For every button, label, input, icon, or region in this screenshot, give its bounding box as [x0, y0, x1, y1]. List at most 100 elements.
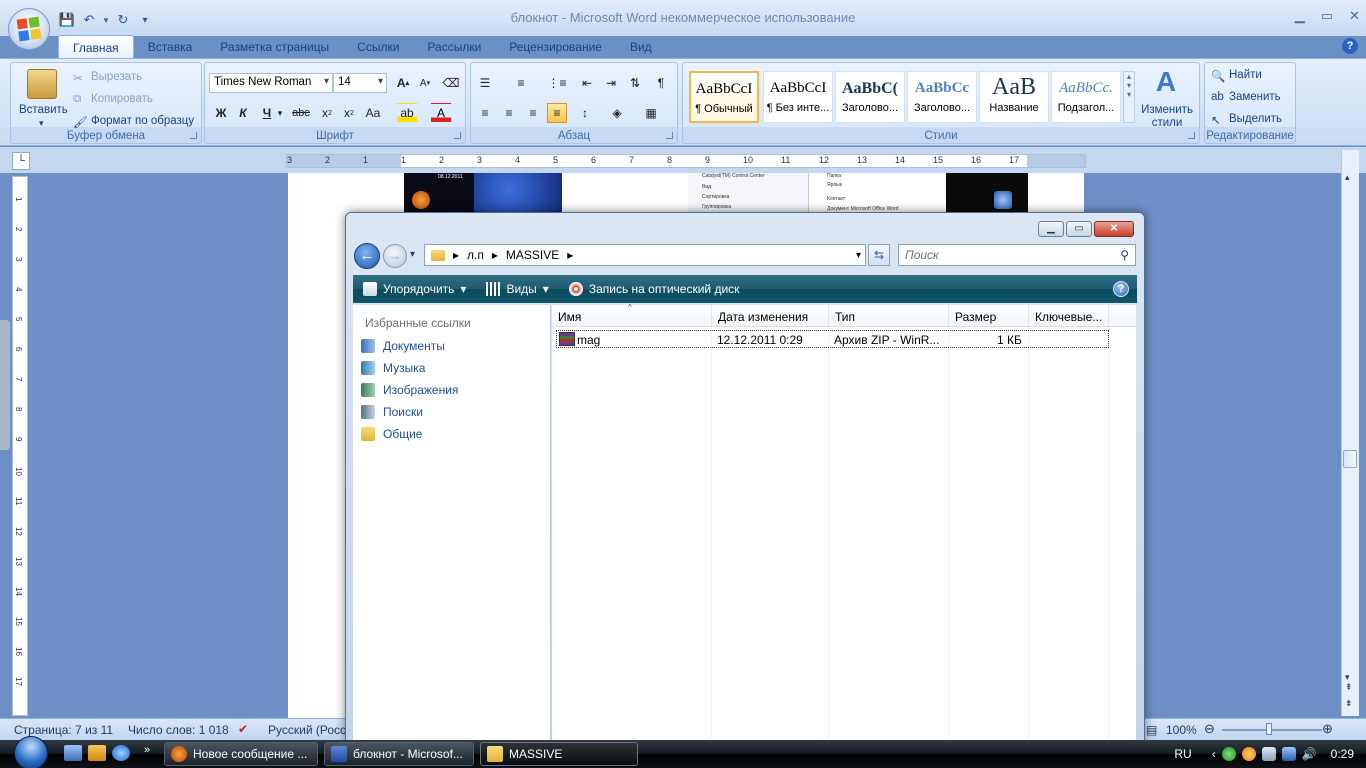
- paragraph-dialog-launcher[interactable]: [666, 132, 673, 139]
- styles-scroll[interactable]: ▴ ▾ ▾: [1123, 71, 1135, 123]
- tab-view[interactable]: Вид: [616, 35, 666, 59]
- clock[interactable]: 0:29: [1331, 747, 1354, 761]
- align-center-icon[interactable]: ≡: [499, 103, 519, 123]
- forward-button[interactable]: →: [383, 244, 407, 268]
- style-subtitle[interactable]: AaBbCc. Подзагол...: [1051, 71, 1121, 123]
- align-right-icon[interactable]: ≡: [523, 103, 543, 123]
- borders-icon[interactable]: ▦: [641, 103, 661, 123]
- redo-icon[interactable]: ↻: [114, 11, 132, 29]
- tab-mailings[interactable]: Рассылки: [413, 35, 495, 59]
- bullets-icon[interactable]: ☰: [475, 73, 495, 93]
- breadcrumb-separator-icon[interactable]: ▸: [567, 248, 573, 262]
- internet-explorer-icon[interactable]: [112, 745, 130, 761]
- close-button[interactable]: ✕: [1349, 8, 1360, 24]
- find-button[interactable]: Найти: [1229, 69, 1262, 81]
- favorite-documents[interactable]: Документы: [361, 339, 445, 353]
- paste-dropdown-icon[interactable]: ▾: [39, 118, 44, 129]
- customize-qat-icon[interactable]: ▾: [136, 11, 154, 29]
- vertical-scrollbar[interactable]: ▴ ▾ ⇞ ⇟: [1341, 150, 1359, 716]
- favorite-pictures[interactable]: Изображения: [361, 383, 458, 397]
- task-message[interactable]: Новое сообщение ...: [164, 742, 318, 766]
- prev-page-icon[interactable]: ⇞: [1345, 682, 1353, 693]
- styles-dialog-launcher[interactable]: [1188, 132, 1195, 139]
- clipboard-dialog-launcher[interactable]: [190, 132, 197, 139]
- strikethrough-icon[interactable]: abc: [291, 103, 311, 123]
- task-explorer[interactable]: MASSIVE: [480, 742, 638, 766]
- column-name[interactable]: Имя: [552, 305, 712, 327]
- numbering-icon[interactable]: ≡: [511, 73, 531, 93]
- favorite-public[interactable]: Общие: [361, 427, 422, 441]
- next-page-icon[interactable]: ⇟: [1345, 698, 1353, 709]
- tab-home[interactable]: Главная: [58, 35, 134, 59]
- search-input[interactable]: Поиск ⚲: [898, 244, 1136, 266]
- undo-icon[interactable]: ↶: [80, 11, 98, 29]
- undo-dropdown-icon[interactable]: ▾: [102, 11, 110, 29]
- breadcrumb-item[interactable]: MASSIVE: [506, 248, 559, 262]
- back-button[interactable]: ←: [354, 243, 380, 269]
- scroll-up-icon[interactable]: ▴: [1345, 172, 1350, 183]
- volume-icon[interactable]: 🔊: [1302, 747, 1317, 761]
- safely-remove-icon[interactable]: [1261, 747, 1276, 761]
- explorer-maximize-button[interactable]: ▭: [1066, 221, 1092, 237]
- highlight-icon[interactable]: ab: [397, 103, 417, 123]
- bold-icon[interactable]: Ж: [211, 103, 231, 123]
- tab-references[interactable]: Ссылки: [343, 35, 413, 59]
- office-button[interactable]: [8, 8, 50, 50]
- paste-button[interactable]: Вставить: [19, 104, 68, 116]
- tray-expand-icon[interactable]: ‹: [1212, 747, 1216, 761]
- justify-icon[interactable]: ≡: [547, 103, 567, 123]
- copy-icon[interactable]: ⧉: [73, 93, 81, 106]
- burn-button[interactable]: Запись на оптический диск: [559, 282, 750, 296]
- address-bar[interactable]: ▸ л.п ▸ MASSIVE ▸ ▾: [424, 244, 866, 266]
- maximize-button[interactable]: ▭: [1321, 8, 1333, 24]
- search-icon[interactable]: ⚲: [1120, 248, 1129, 262]
- line-spacing-icon[interactable]: ↕: [575, 103, 595, 123]
- change-case-icon[interactable]: Aa: [363, 103, 383, 123]
- shading-icon[interactable]: ◈: [607, 103, 627, 123]
- change-styles-button[interactable]: Изменить стили: [1141, 104, 1193, 130]
- select-button[interactable]: Выделить: [1229, 113, 1282, 125]
- organize-button[interactable]: Упорядочить ▾: [353, 282, 476, 296]
- format-painter-icon[interactable]: 🖌: [73, 115, 88, 129]
- show-marks-icon[interactable]: ¶: [651, 73, 671, 93]
- zoom-level[interactable]: 100%: [1166, 723, 1197, 737]
- column-date-modified[interactable]: Дата изменения: [712, 305, 829, 327]
- style-no-spacing[interactable]: AaBbCcI ¶ Без инте...: [763, 71, 833, 123]
- horizontal-ruler[interactable]: 3 2 1 1 2 3 4 5 6 7 8 9 10 11 12 13 14 15 16 17: [286, 154, 1086, 168]
- italic-icon[interactable]: К: [233, 103, 253, 123]
- find-icon[interactable]: 🔍: [1211, 69, 1225, 83]
- zoom-out-icon[interactable]: ⊖: [1204, 721, 1215, 737]
- favorite-searches[interactable]: Поиски: [361, 405, 423, 419]
- side-grip[interactable]: [0, 320, 10, 450]
- more-launchers-icon[interactable]: »: [144, 744, 150, 756]
- superscript-icon[interactable]: x2: [339, 103, 359, 123]
- scrollbar-thumb[interactable]: [1343, 450, 1357, 468]
- paste-icon[interactable]: [27, 69, 57, 99]
- language-bar[interactable]: RU: [1174, 747, 1191, 761]
- font-family-combo[interactable]: Times New Roman: [209, 73, 333, 93]
- zoom-slider[interactable]: [1222, 729, 1322, 731]
- draft-view-icon[interactable]: ▤: [1146, 723, 1157, 737]
- underline-icon[interactable]: Ч: [257, 103, 277, 123]
- word-count[interactable]: Число слов: 1 018: [128, 723, 229, 737]
- replace-icon[interactable]: ab: [1211, 91, 1224, 103]
- help-icon[interactable]: ?: [1113, 281, 1129, 297]
- subscript-icon[interactable]: x2: [317, 103, 337, 123]
- address-dropdown-icon[interactable]: ▾: [856, 250, 861, 261]
- tab-review[interactable]: Рецензирование: [495, 35, 616, 59]
- messenger-icon[interactable]: [1221, 747, 1236, 761]
- agent-icon[interactable]: [1241, 747, 1256, 761]
- explorer-close-button[interactable]: ✕: [1094, 221, 1134, 237]
- select-icon[interactable]: ↖: [1211, 113, 1221, 127]
- save-icon[interactable]: 💾: [58, 11, 76, 29]
- decrease-indent-icon[interactable]: ⇤: [577, 73, 597, 93]
- zoom-slider-thumb[interactable]: [1266, 723, 1272, 735]
- vertical-ruler[interactable]: 1 2 3 4 5 6 7 8 9 10 11 12 13 14 15 16 17: [12, 176, 28, 716]
- style-heading-2[interactable]: AaBbCc Заголово...: [907, 71, 977, 123]
- media-player-icon[interactable]: [88, 745, 106, 761]
- network-icon[interactable]: [1281, 747, 1296, 761]
- column-type[interactable]: Тип: [829, 305, 949, 327]
- font-color-icon[interactable]: A: [431, 103, 451, 123]
- grow-font-icon[interactable]: A ▴: [393, 73, 413, 93]
- sort-icon[interactable]: ⇅: [625, 73, 645, 93]
